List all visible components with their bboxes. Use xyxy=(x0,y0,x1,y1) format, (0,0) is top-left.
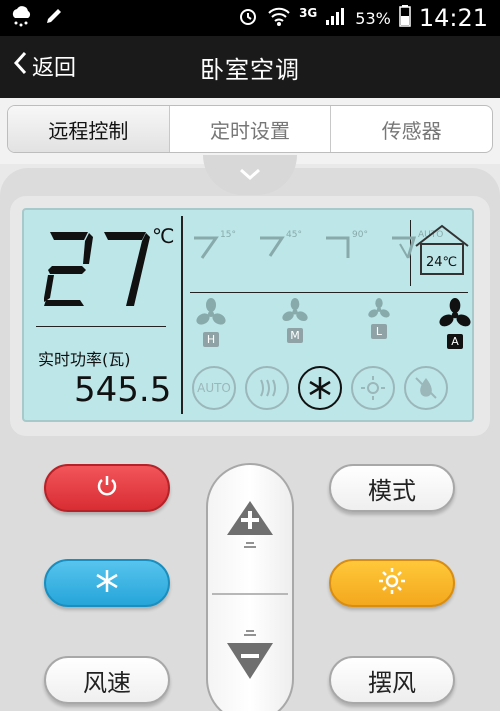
swing-45-icon: 45° xyxy=(258,230,314,266)
tab-bar: 远程控制 定时设置 传感器 xyxy=(7,105,493,153)
power-button[interactable] xyxy=(44,464,170,512)
mode-indicators: AUTO xyxy=(192,366,448,410)
temperature-unit: ℃ xyxy=(152,224,175,248)
wifi-icon xyxy=(267,5,291,32)
temperature-down-button[interactable] xyxy=(208,595,292,711)
swing-15-icon: 15° xyxy=(192,230,248,266)
cool-button[interactable] xyxy=(44,559,170,607)
auto-mode-icon: AUTO xyxy=(192,366,236,410)
swing-angle-icons: 15° 45° 90° AUTO xyxy=(192,230,446,266)
chevron-down-icon xyxy=(238,166,262,185)
weather-icon xyxy=(10,6,32,32)
fan-low-indicator: L xyxy=(362,298,396,356)
heat-button[interactable] xyxy=(329,559,455,607)
dry-mode-icon xyxy=(404,366,448,410)
sun-mode-icon xyxy=(351,366,395,410)
fan-auto-indicator: A xyxy=(438,298,472,356)
lcd-divider xyxy=(36,326,166,327)
temperature-up-button[interactable] xyxy=(208,465,292,593)
alarm-icon xyxy=(237,5,259,32)
power-label: 实时功率(瓦) xyxy=(38,350,131,369)
fan-speed-indicators: H M L A xyxy=(192,298,472,358)
plus-triangle-icon xyxy=(225,497,275,561)
battery-icon xyxy=(399,4,411,32)
page-title: 卧室空调 xyxy=(200,56,300,84)
swing-90-icon: 90° xyxy=(324,230,380,266)
lcd-divider xyxy=(190,292,468,293)
fan-high-indicator: H xyxy=(194,298,228,356)
lcd-display: 27 ℃ 实时功率(瓦) 545.5 15° 45° 90° AUTO 24℃ xyxy=(22,208,474,422)
fan-medium-indicator: M xyxy=(278,298,312,356)
fan-icon xyxy=(439,298,471,327)
fan-icon xyxy=(196,298,226,325)
mode-button[interactable]: 模式 xyxy=(329,464,455,512)
heat-mode-icon xyxy=(245,366,289,410)
temperature-display: 27 xyxy=(42,228,152,312)
battery-percent: 53% xyxy=(355,8,391,28)
title-bar: 返回 卧室空调 xyxy=(0,36,500,98)
clock: 14:21 xyxy=(418,4,488,32)
fan-icon xyxy=(368,298,390,318)
lcd-divider xyxy=(181,216,183,414)
status-bar: 3G 53% 14:21 xyxy=(0,0,500,36)
fan-speed-button[interactable]: 风速 xyxy=(44,656,170,704)
fan-icon xyxy=(282,298,308,322)
svg-text:24℃: 24℃ xyxy=(426,255,457,270)
tab-timer-settings[interactable]: 定时设置 xyxy=(170,106,332,152)
snowflake-icon xyxy=(94,568,120,598)
temperature-rocker xyxy=(206,463,294,711)
power-icon xyxy=(94,473,120,503)
room-temperature-indicator: 24℃ xyxy=(412,220,472,280)
minus-triangle-icon xyxy=(225,627,275,691)
swing-button[interactable]: 摆风 xyxy=(329,656,455,704)
signal-icon xyxy=(325,6,347,31)
cool-mode-icon xyxy=(298,366,342,410)
tab-remote-control[interactable]: 远程控制 xyxy=(8,106,170,152)
tab-sensor[interactable]: 传感器 xyxy=(331,106,492,152)
network-type: 3G xyxy=(299,6,318,20)
power-value: 545.5 xyxy=(74,370,172,410)
sun-icon xyxy=(378,567,406,599)
edit-icon xyxy=(44,6,64,32)
